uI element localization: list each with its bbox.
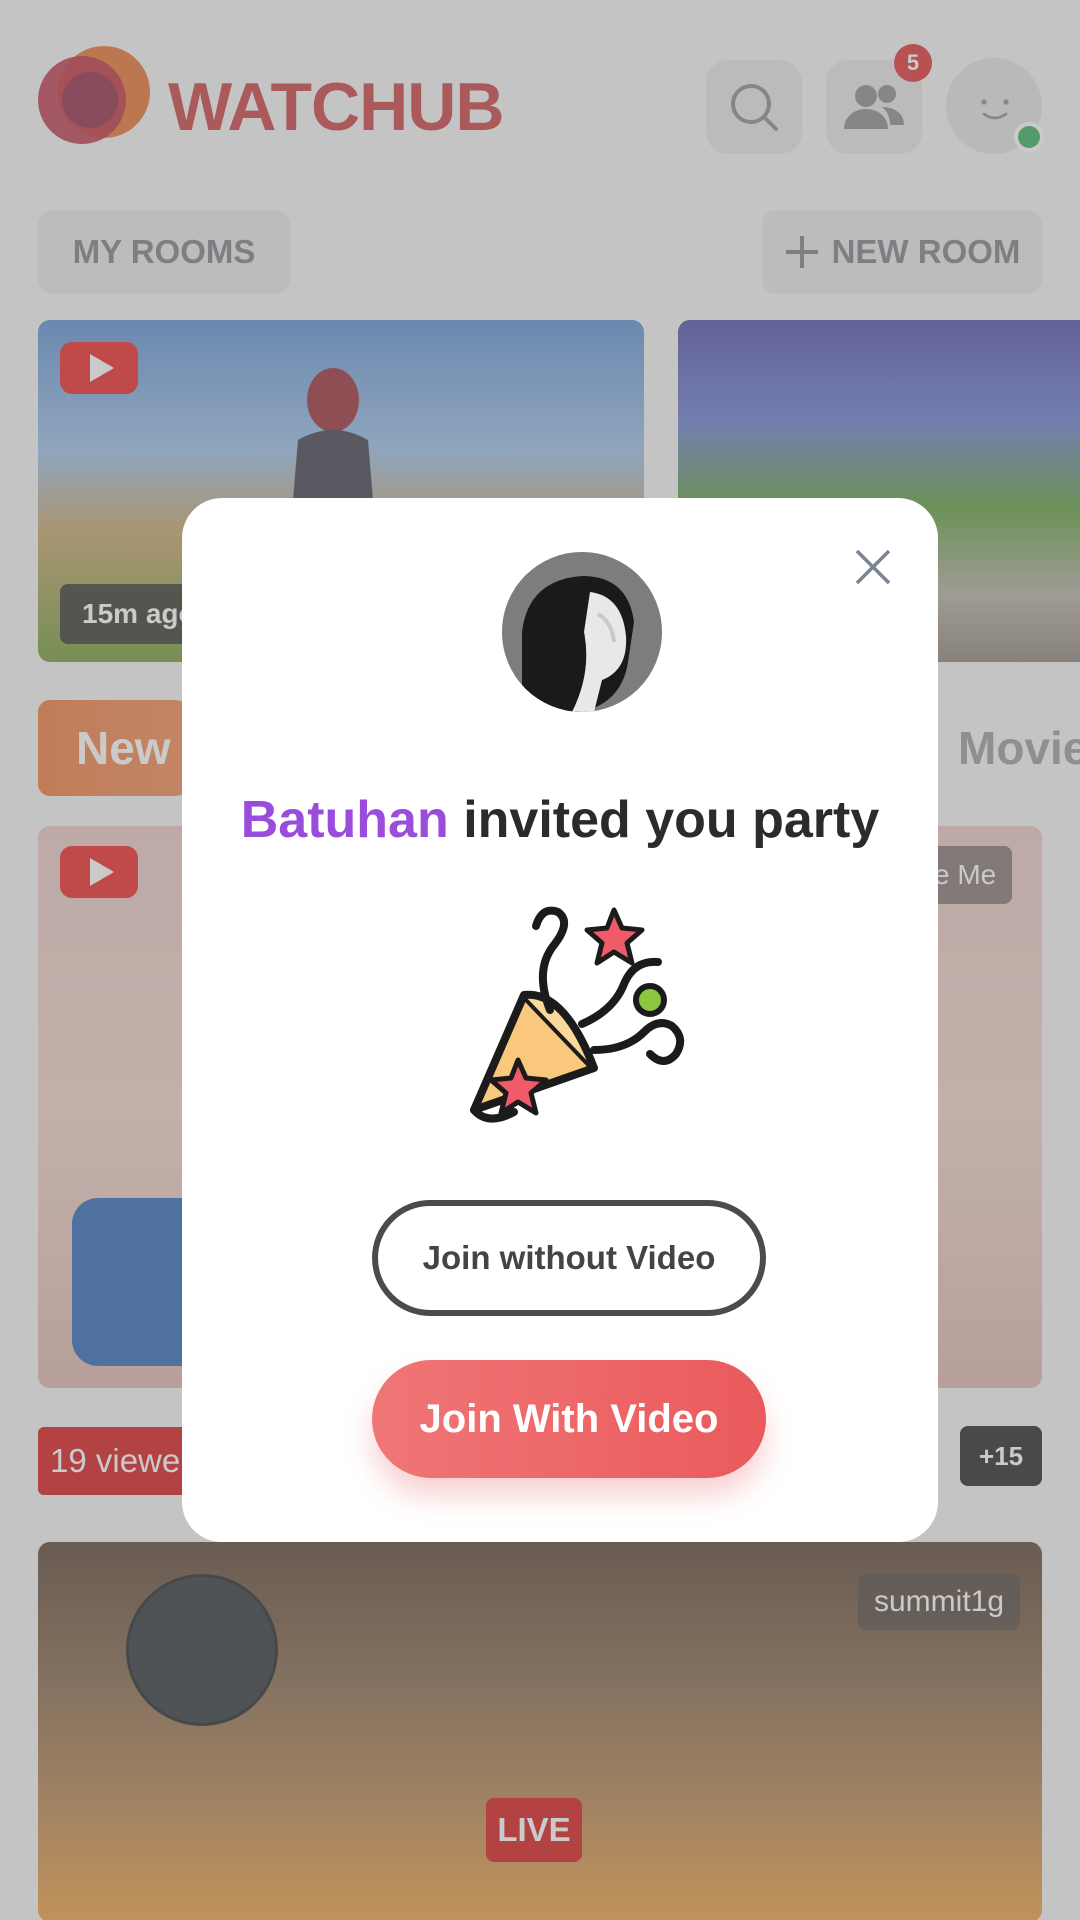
invite-message: Batuhan invited you party — [182, 790, 938, 850]
join-with-video-button[interactable]: Join With Video — [372, 1360, 766, 1478]
invite-text: invited you party — [463, 791, 880, 849]
party-popper-icon — [470, 906, 685, 1123]
inviter-name: Batuhan — [240, 791, 449, 849]
join-without-video-button[interactable]: Join without Video — [372, 1200, 766, 1316]
inviter-avatar — [502, 552, 662, 712]
close-button[interactable] — [848, 542, 898, 592]
party-invite-modal: Batuhan invited you party Join without V… — [182, 498, 938, 1542]
close-icon — [855, 549, 891, 585]
